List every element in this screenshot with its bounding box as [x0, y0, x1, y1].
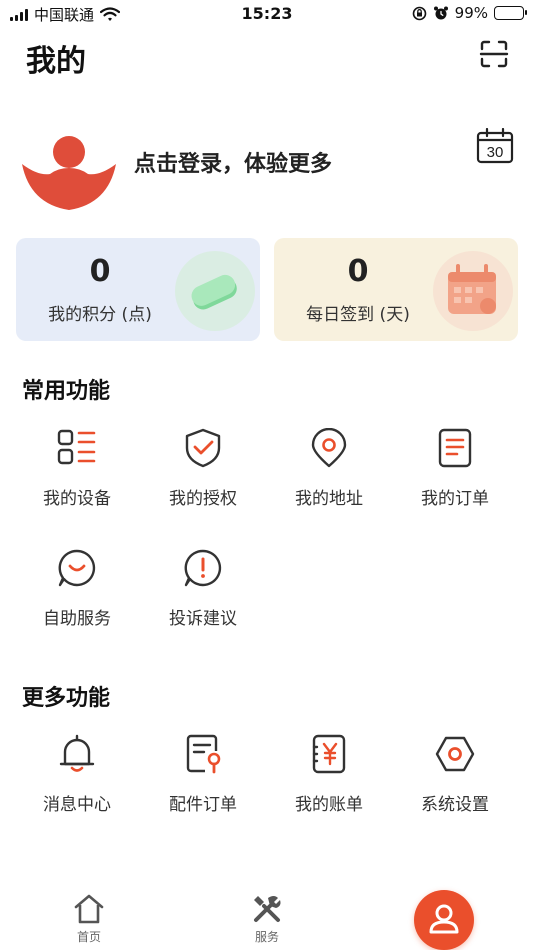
- grid-item-label: 配件订单: [169, 795, 237, 815]
- grid-item-complaints[interactable]: 投诉建议: [140, 548, 266, 638]
- exclamation-icon: [184, 549, 222, 587]
- wrench-document-icon: [186, 734, 221, 774]
- grid-item-label: 投诉建议: [169, 609, 237, 629]
- tab-home-label: 首页: [76, 930, 101, 944]
- tab-home[interactable]: 首页: [39, 892, 139, 945]
- points-pill-icon: [175, 251, 255, 331]
- grid-item-label: 我的设备: [43, 489, 111, 509]
- grid-item-parts-orders[interactable]: 配件订单: [140, 734, 266, 824]
- hexagon-settings-icon: [435, 736, 475, 772]
- signin-value: 0: [347, 254, 369, 289]
- grid-item-message-center[interactable]: 消息中心: [14, 734, 140, 824]
- status-right: 99%: [412, 4, 527, 22]
- bell-icon: [59, 734, 95, 772]
- calendar-icon: 30: [476, 127, 514, 164]
- tab-bar: 首页 服务: [0, 880, 534, 950]
- grid-item-my-authorization[interactable]: 我的授权: [140, 428, 266, 518]
- order-document-icon: [438, 428, 472, 468]
- signin-calendar-icon: [433, 251, 513, 331]
- tab-me[interactable]: [414, 890, 474, 950]
- status-bar: 中国联通 15:23 99%: [0, 0, 534, 28]
- device-list-icon: [57, 429, 96, 465]
- grid-item-label: 系统设置: [421, 795, 489, 815]
- grid-item-my-devices[interactable]: 我的设备: [14, 428, 140, 518]
- alarm-icon: [433, 6, 448, 20]
- home-icon: [74, 894, 104, 924]
- grid-item-label: 我的地址: [295, 489, 363, 509]
- grid-item-label: 我的账单: [295, 795, 363, 815]
- scan-icon[interactable]: [478, 38, 510, 70]
- yen-bill-icon: [312, 734, 346, 774]
- page-title: 我的: [26, 44, 86, 79]
- smile-chat-icon: [58, 549, 96, 587]
- calendar-day: 30: [487, 144, 504, 161]
- points-label: 我的积分 (点): [48, 305, 152, 325]
- orientation-lock-icon: [412, 6, 426, 20]
- location-pin-icon: [311, 428, 347, 468]
- grid-item-my-bills[interactable]: 我的账单: [266, 734, 392, 824]
- more-functions-title: 更多功能: [22, 686, 111, 711]
- tab-service[interactable]: 服务: [217, 892, 317, 945]
- login-prompt[interactable]: 点击登录，体验更多: [134, 146, 332, 178]
- user-icon: [429, 904, 459, 934]
- signin-card[interactable]: 0 每日签到 (天): [274, 238, 518, 341]
- grid-item-self-service[interactable]: 自助服务: [14, 548, 140, 638]
- calendar-button[interactable]: 30: [476, 127, 514, 164]
- grid-item-label: 自助服务: [43, 609, 111, 629]
- grid-item-label: 消息中心: [43, 795, 111, 815]
- battery-percent: 99%: [454, 4, 488, 22]
- grid-item-my-address[interactable]: 我的地址: [266, 428, 392, 518]
- grid-item-label: 我的授权: [169, 489, 237, 509]
- signin-label: 每日签到 (天): [306, 305, 410, 325]
- grid-item-my-orders[interactable]: 我的订单: [392, 428, 518, 518]
- tools-icon: [254, 896, 281, 922]
- shield-check-icon: [185, 428, 221, 468]
- tab-service-label: 服务: [254, 930, 279, 944]
- common-functions-title: 常用功能: [22, 379, 111, 404]
- grid-item-label: 我的订单: [421, 489, 489, 509]
- battery-icon: [494, 6, 527, 20]
- points-card[interactable]: 0 我的积分 (点): [16, 238, 260, 341]
- avatar[interactable]: [20, 134, 118, 212]
- grid-item-system-settings[interactable]: 系统设置: [392, 734, 518, 824]
- points-value: 0: [89, 254, 111, 289]
